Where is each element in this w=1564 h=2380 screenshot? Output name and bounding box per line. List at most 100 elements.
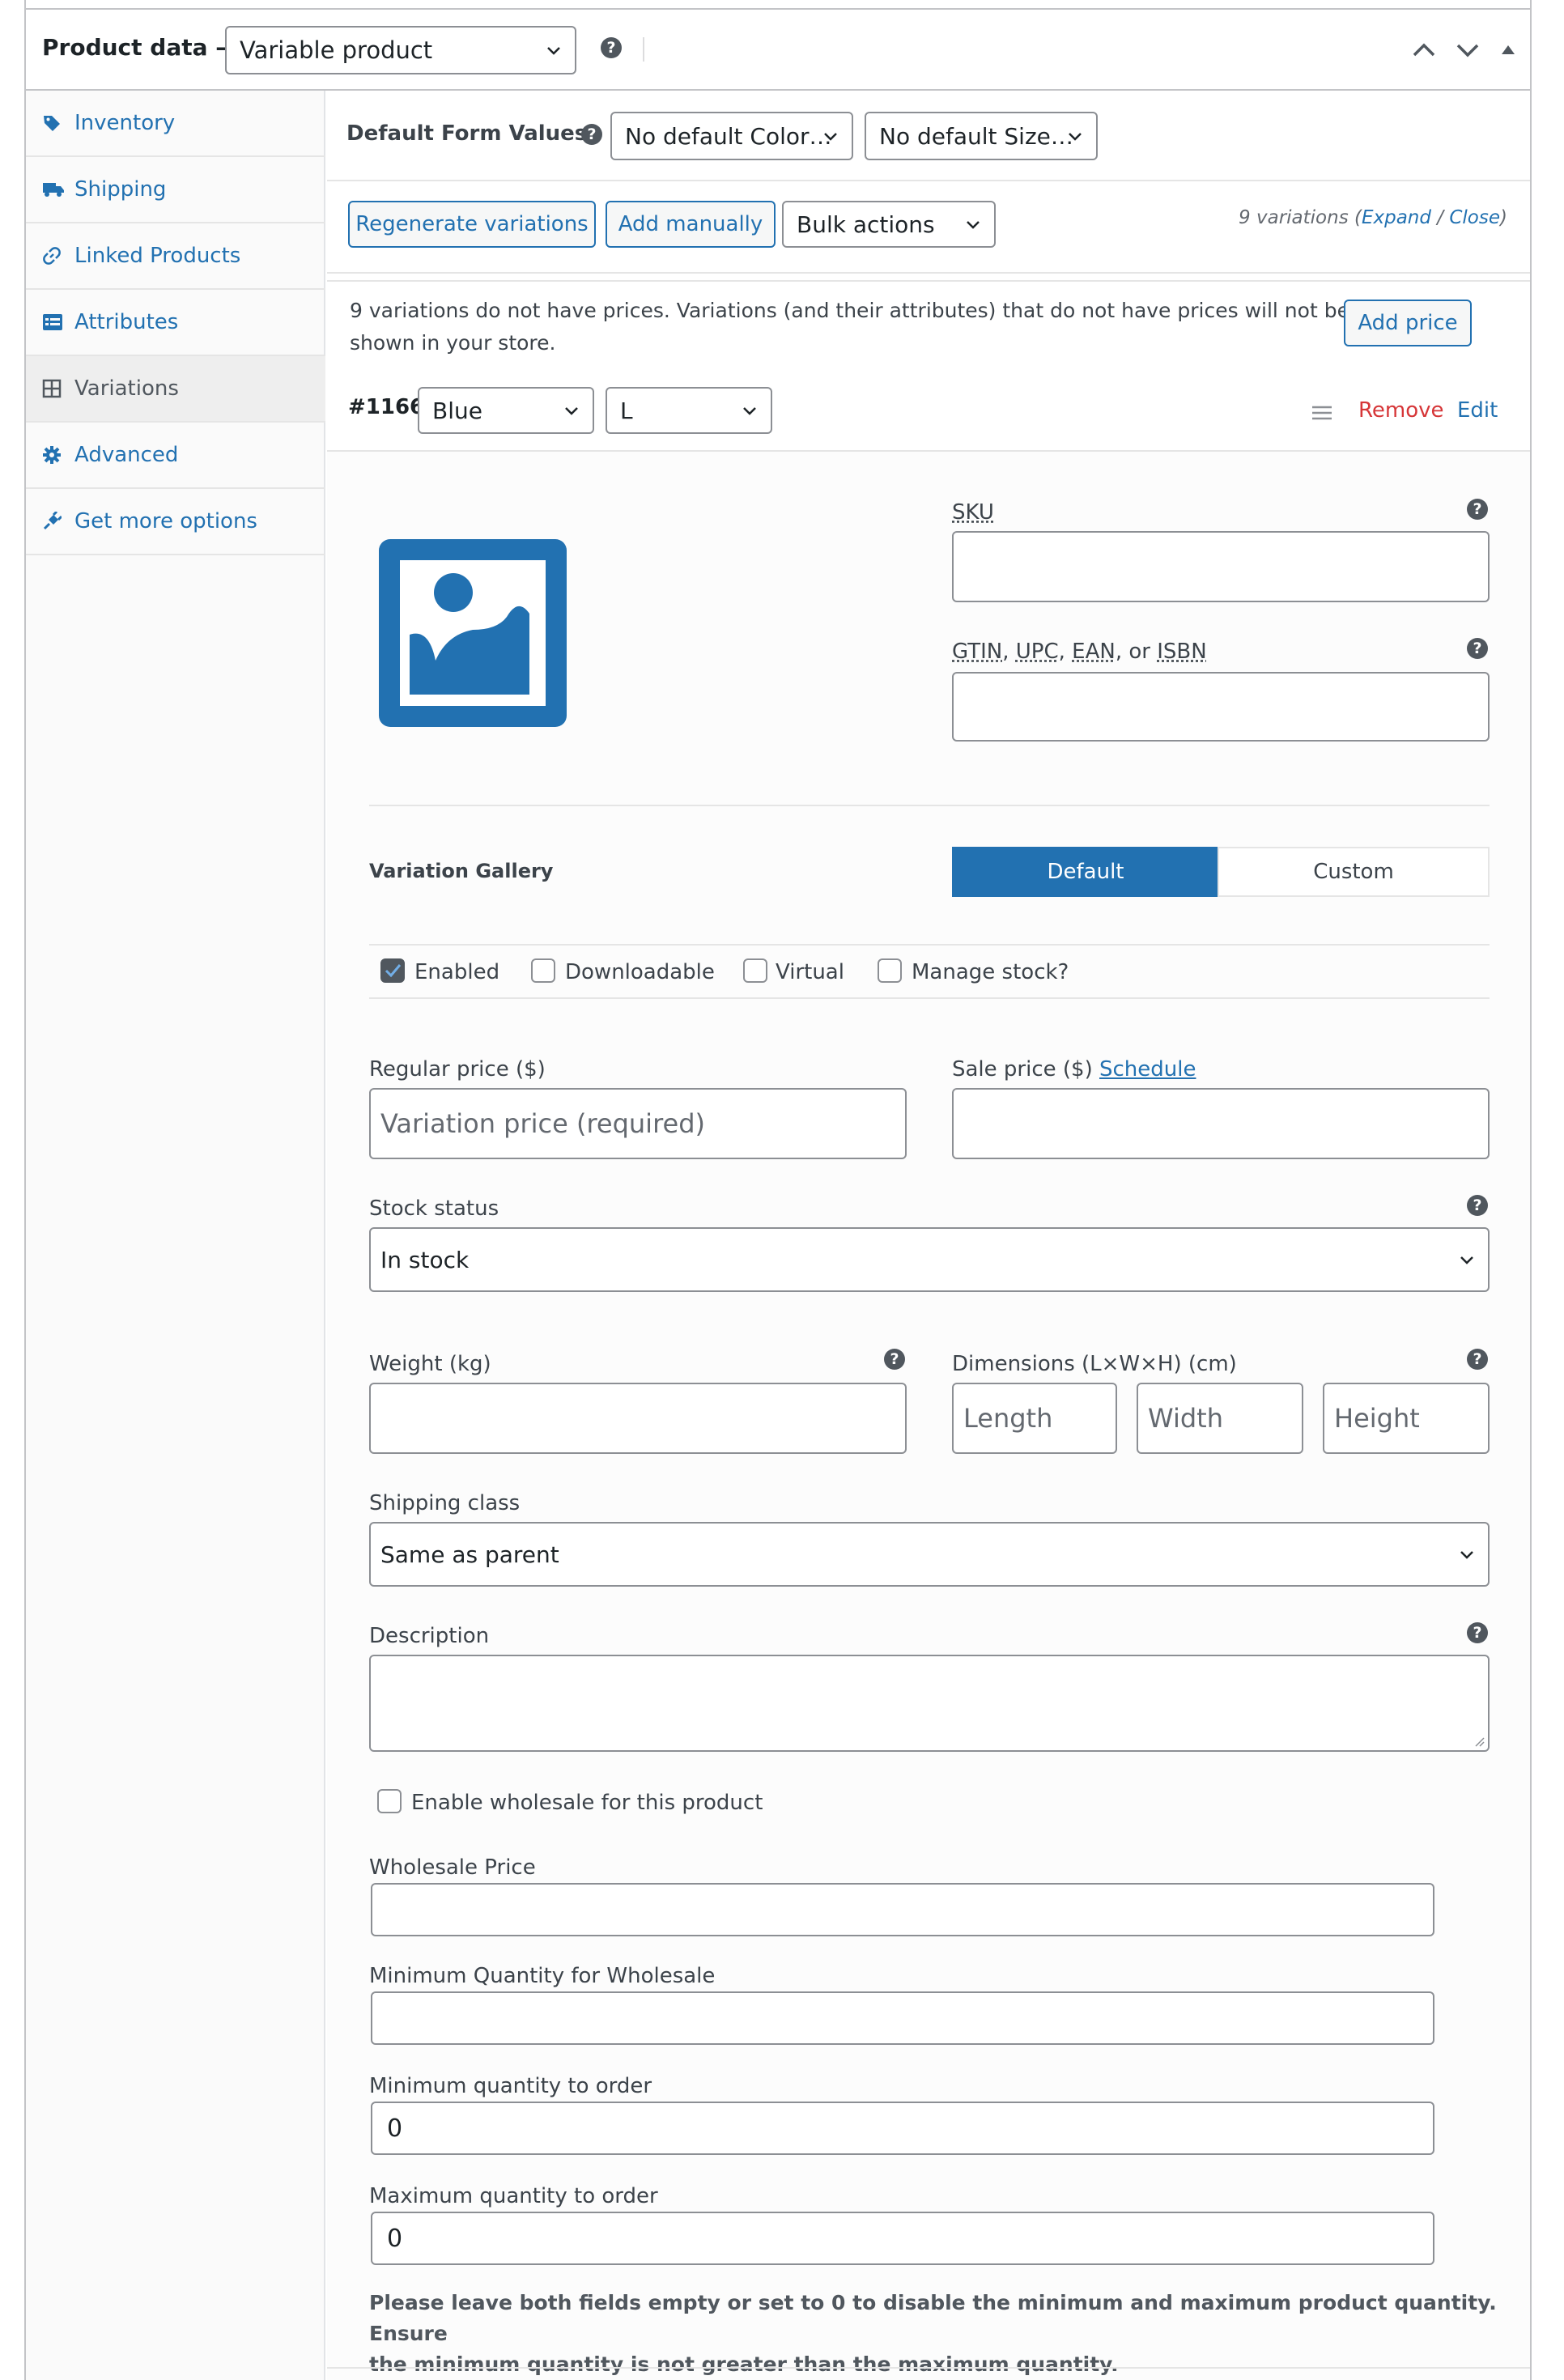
quantity-note: Please leave both fields empty or set to… [369, 2288, 1564, 2380]
tab-advanced[interactable]: Advanced [26, 423, 325, 489]
downloadable-checkbox[interactable] [531, 958, 555, 983]
drag-handle-icon[interactable] [1311, 405, 1332, 421]
sep: , or [1115, 640, 1158, 664]
virtual-checkbox[interactable] [743, 958, 767, 983]
panel-title: Product data — [42, 34, 239, 61]
toggle-panel-icon[interactable] [1501, 44, 1515, 55]
manage-stock-label: Manage stock? [912, 960, 1069, 984]
regenerate-variations-button[interactable]: Regenerate variations [348, 201, 596, 248]
tab-linked-products[interactable]: Linked Products [26, 223, 325, 290]
tab-label: Attributes [74, 310, 179, 334]
variation-size-value: L [620, 397, 633, 424]
max-order-input[interactable]: 0 [371, 2212, 1434, 2265]
regular-price-input[interactable]: Variation price (required) [369, 1088, 907, 1159]
length-input[interactable]: Length [952, 1383, 1117, 1454]
manage-stock-checkbox[interactable] [878, 958, 902, 983]
expand-link[interactable]: Expand [1362, 207, 1431, 228]
help-icon[interactable]: ? [1467, 499, 1488, 520]
variation-size-select[interactable]: L [606, 387, 772, 434]
divider [369, 944, 1490, 946]
width-input[interactable]: Width [1137, 1383, 1303, 1454]
product-type-value: Variable product [240, 36, 433, 64]
missing-prices-notice: 9 variations do not have prices. Variati… [350, 295, 1349, 359]
chevron-down-icon[interactable] [1456, 40, 1480, 60]
weight-label: Weight (kg) [369, 1352, 491, 1376]
variation-color-value: Blue [432, 397, 482, 424]
schedule-link[interactable]: Schedule [1099, 1057, 1196, 1082]
tab-label: Get more options [74, 509, 257, 533]
edit-variation-link[interactable]: Edit [1457, 398, 1498, 423]
tab-label: Linked Products [74, 244, 241, 268]
min-wholesale-input[interactable] [371, 1991, 1434, 2045]
virtual-label: Virtual [776, 960, 844, 984]
help-icon[interactable]: ? [581, 124, 602, 145]
min-wholesale-label: Minimum Quantity for Wholesale [369, 1964, 716, 1988]
image-placeholder-icon[interactable] [379, 539, 567, 727]
help-icon[interactable]: ? [1467, 1349, 1488, 1370]
chevron-up-icon[interactable] [1412, 40, 1436, 60]
tab-inventory[interactable]: Inventory [26, 91, 325, 157]
enabled-checkbox[interactable] [380, 958, 405, 983]
tab-get-more-options[interactable]: Get more options [26, 489, 325, 555]
chevron-down-icon [824, 133, 837, 141]
width-placeholder: Width [1148, 1403, 1223, 1434]
chevron-down-icon [967, 221, 980, 229]
chevron-down-icon [565, 407, 578, 415]
resize-handle-icon[interactable] [1472, 1734, 1485, 1747]
help-icon[interactable]: ? [601, 37, 622, 58]
gtin-abbr: GTIN [952, 640, 1003, 664]
product-type-select[interactable]: Variable product [225, 26, 576, 74]
remove-variation-link[interactable]: Remove [1358, 398, 1444, 423]
wholesale-price-input[interactable] [371, 1883, 1434, 1936]
help-icon[interactable]: ? [1467, 1622, 1488, 1643]
downloadable-label: Downloadable [565, 960, 715, 984]
wholesale-checkbox[interactable] [377, 1789, 402, 1813]
variation-color-select[interactable]: Blue [418, 387, 594, 434]
min-order-input[interactable]: 0 [371, 2102, 1434, 2155]
help-icon[interactable]: ? [1467, 638, 1488, 659]
tab-attributes[interactable]: Attributes [26, 290, 325, 356]
gallery-default-button[interactable]: Default [952, 847, 1219, 897]
tab-label: Advanced [74, 443, 179, 467]
help-icon[interactable]: ? [884, 1349, 905, 1370]
chevron-down-icon [1460, 1551, 1473, 1559]
sku-label: SKU [952, 500, 994, 525]
grid-icon [42, 379, 62, 398]
notice-line: shown in your store. [350, 331, 556, 355]
shipping-class-value: Same as parent [380, 1541, 559, 1568]
sale-price-label: Sale price ($) Schedule [952, 1057, 1196, 1082]
sale-price-input[interactable] [952, 1088, 1490, 1159]
length-placeholder: Length [963, 1403, 1053, 1434]
help-icon[interactable]: ? [1467, 1195, 1488, 1216]
upc-abbr: UPC [1015, 640, 1059, 664]
separator: / [1430, 207, 1450, 228]
plugin-icon [43, 512, 62, 530]
default-color-select[interactable]: No default Color… [610, 112, 853, 160]
variation-id: #1166 [348, 395, 425, 419]
tab-variations[interactable]: Variations [26, 356, 325, 423]
max-order-value: 0 [387, 2224, 403, 2253]
regular-price-label: Regular price ($) [369, 1057, 546, 1082]
tag-icon [44, 116, 60, 131]
default-size-select[interactable]: No default Size… [865, 112, 1098, 160]
description-textarea[interactable] [369, 1655, 1490, 1752]
wholesale-enable-label: Enable wholesale for this product [411, 1791, 763, 1815]
height-input[interactable]: Height [1323, 1383, 1490, 1454]
notice-line: 9 variations do not have prices. Variati… [350, 299, 1349, 322]
stock-status-label: Stock status [369, 1196, 499, 1221]
gallery-custom-button[interactable]: Custom [1218, 847, 1490, 897]
divider [643, 37, 644, 62]
sku-input[interactable] [952, 531, 1490, 602]
weight-input[interactable] [369, 1383, 907, 1454]
max-order-label: Maximum quantity to order [369, 2184, 658, 2208]
stock-status-select[interactable]: In stock [369, 1227, 1490, 1292]
bulk-actions-select[interactable]: Bulk actions [782, 201, 996, 248]
product-data-tabs: Inventory Shipping Linked Products Attri… [26, 91, 325, 2380]
shipping-class-select[interactable]: Same as parent [369, 1522, 1490, 1587]
close-link[interactable]: Close [1449, 207, 1500, 228]
add-manually-button[interactable]: Add manually [606, 201, 776, 248]
regular-price-placeholder: Variation price (required) [380, 1108, 705, 1139]
add-price-button[interactable]: Add price [1344, 300, 1472, 346]
gtin-input[interactable] [952, 672, 1490, 742]
tab-shipping[interactable]: Shipping [26, 157, 325, 223]
